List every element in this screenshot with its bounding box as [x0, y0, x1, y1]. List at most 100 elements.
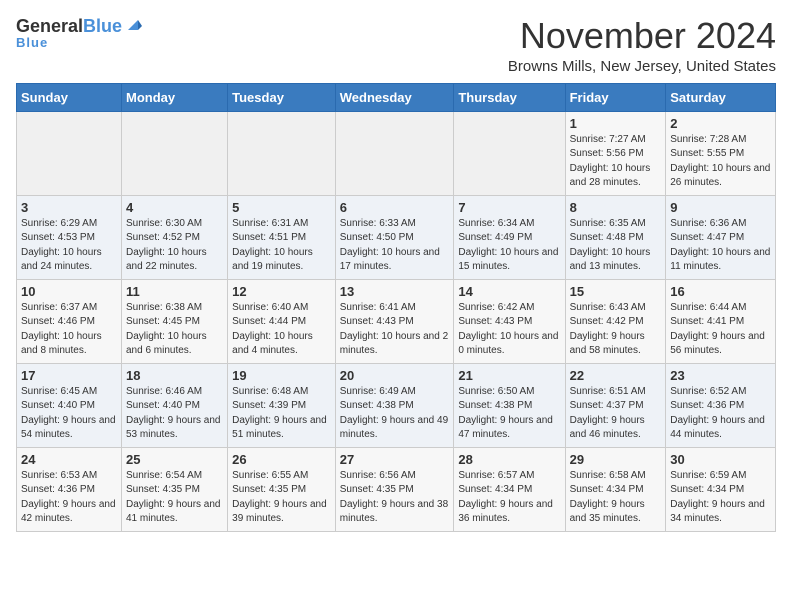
- day-info: Sunrise: 6:57 AM Sunset: 4:34 PM Dayligh…: [458, 469, 560, 527]
- day-number: 3: [21, 200, 117, 215]
- day-number: 20: [340, 368, 450, 383]
- day-info: Sunrise: 6:53 AM Sunset: 4:36 PM Dayligh…: [21, 469, 117, 527]
- calendar-cell: 11 Sunrise: 6:38 AM Sunset: 4:45 PM Dayli…: [121, 279, 227, 363]
- calendar-week-row: 3Sunrise: 6:29 AM Sunset: 4:53 PM Daylig…: [17, 195, 776, 279]
- calendar-cell: [121, 111, 227, 195]
- day-info: Sunrise: 6:50 AM Sunset: 4:38 PM Dayligh…: [458, 385, 560, 443]
- calendar-cell: [454, 111, 565, 195]
- day-info: Sunrise: 6:37 AM Sunset: 4:46 PM Dayligh…: [21, 301, 117, 359]
- calendar-cell: 8 Sunrise: 6:35 AM Sunset: 4:48 PM Daylig…: [565, 195, 666, 279]
- day-info: Sunrise: 6:43 AM Sunset: 4:42 PM Dayligh…: [570, 301, 662, 359]
- calendar-cell: 12Sunrise: 6:40 AM Sunset: 4:44 PM Dayli…: [228, 279, 336, 363]
- main-title: November 2024: [508, 16, 776, 56]
- calendar-cell: 26 Sunrise: 6:55 AM Sunset: 4:35 PM Dayli…: [228, 447, 336, 531]
- header-monday: Monday: [121, 83, 227, 111]
- calendar-cell: 30 Sunrise: 6:59 AM Sunset: 4:34 PM Dayli…: [666, 447, 776, 531]
- day-number: 8: [570, 200, 662, 215]
- day-number: 26: [232, 452, 331, 467]
- calendar-cell: 18 Sunrise: 6:46 AM Sunset: 4:40 PM Dayli…: [121, 363, 227, 447]
- day-info: Sunrise: 6:48 AM Sunset: 4:39 PM Dayligh…: [232, 385, 331, 443]
- page-header: General Blue Blue November 2024 Browns M…: [16, 16, 776, 75]
- logo: General Blue Blue: [16, 16, 142, 50]
- header-tuesday: Tuesday: [228, 83, 336, 111]
- day-info: Sunrise: 6:56 AM Sunset: 4:35 PM Dayligh…: [340, 469, 450, 527]
- day-number: 6: [340, 200, 450, 215]
- day-number: 18: [126, 368, 223, 383]
- calendar-cell: 17Sunrise: 6:45 AM Sunset: 4:40 PM Dayli…: [17, 363, 122, 447]
- calendar-header-row: SundayMondayTuesdayWednesdayThursdayFrid…: [17, 83, 776, 111]
- day-number: 14: [458, 284, 560, 299]
- day-number: 16: [670, 284, 771, 299]
- header-thursday: Thursday: [454, 83, 565, 111]
- day-number: 27: [340, 452, 450, 467]
- day-info: Sunrise: 6:42 AM Sunset: 4:43 PM Dayligh…: [458, 301, 560, 359]
- calendar-cell: 2 Sunrise: 7:28 AM Sunset: 5:55 PM Daylig…: [666, 111, 776, 195]
- day-number: 25: [126, 452, 223, 467]
- calendar-cell: 21 Sunrise: 6:50 AM Sunset: 4:38 PM Dayli…: [454, 363, 565, 447]
- day-info: Sunrise: 6:49 AM Sunset: 4:38 PM Dayligh…: [340, 385, 450, 443]
- calendar-cell: 28 Sunrise: 6:57 AM Sunset: 4:34 PM Dayli…: [454, 447, 565, 531]
- calendar-week-row: 1 Sunrise: 7:27 AM Sunset: 5:56 PM Daylig…: [17, 111, 776, 195]
- calendar-cell: [17, 111, 122, 195]
- day-info: Sunrise: 6:55 AM Sunset: 4:35 PM Dayligh…: [232, 469, 331, 527]
- day-number: 24: [21, 452, 117, 467]
- day-info: Sunrise: 6:59 AM Sunset: 4:34 PM Dayligh…: [670, 469, 771, 527]
- day-number: 30: [670, 452, 771, 467]
- day-info: Sunrise: 6:44 AM Sunset: 4:41 PM Dayligh…: [670, 301, 771, 359]
- calendar-cell: 29Sunrise: 6:58 AM Sunset: 4:34 PM Dayli…: [565, 447, 666, 531]
- day-info: Sunrise: 6:51 AM Sunset: 4:37 PM Dayligh…: [570, 385, 662, 443]
- day-number: 19: [232, 368, 331, 383]
- calendar-cell: 4 Sunrise: 6:30 AM Sunset: 4:52 PM Daylig…: [121, 195, 227, 279]
- day-number: 15: [570, 284, 662, 299]
- calendar-cell: 22Sunrise: 6:51 AM Sunset: 4:37 PM Dayli…: [565, 363, 666, 447]
- day-number: 21: [458, 368, 560, 383]
- calendar-cell: 6 Sunrise: 6:33 AM Sunset: 4:50 PM Daylig…: [335, 195, 454, 279]
- day-info: Sunrise: 6:36 AM Sunset: 4:47 PM Dayligh…: [670, 217, 771, 275]
- calendar-week-row: 24 Sunrise: 6:53 AM Sunset: 4:36 PM Dayli…: [17, 447, 776, 531]
- day-info: Sunrise: 7:27 AM Sunset: 5:56 PM Dayligh…: [570, 133, 662, 191]
- calendar-cell: 7 Sunrise: 6:34 AM Sunset: 4:49 PM Daylig…: [454, 195, 565, 279]
- calendar-cell: 24 Sunrise: 6:53 AM Sunset: 4:36 PM Dayli…: [17, 447, 122, 531]
- day-number: 29: [570, 452, 662, 467]
- day-number: 10: [21, 284, 117, 299]
- day-info: Sunrise: 6:38 AM Sunset: 4:45 PM Dayligh…: [126, 301, 223, 359]
- header-saturday: Saturday: [666, 83, 776, 111]
- title-block: November 2024 Browns Mills, New Jersey, …: [508, 16, 776, 75]
- calendar-cell: 1 Sunrise: 7:27 AM Sunset: 5:56 PM Daylig…: [565, 111, 666, 195]
- header-friday: Friday: [565, 83, 666, 111]
- day-info: Sunrise: 6:54 AM Sunset: 4:35 PM Dayligh…: [126, 469, 223, 527]
- calendar-cell: 15 Sunrise: 6:43 AM Sunset: 4:42 PM Dayli…: [565, 279, 666, 363]
- day-number: 7: [458, 200, 560, 215]
- day-number: 28: [458, 452, 560, 467]
- day-number: 1: [570, 116, 662, 131]
- calendar-cell: 19 Sunrise: 6:48 AM Sunset: 4:39 PM Dayli…: [228, 363, 336, 447]
- day-info: Sunrise: 6:46 AM Sunset: 4:40 PM Dayligh…: [126, 385, 223, 443]
- day-info: Sunrise: 6:34 AM Sunset: 4:49 PM Dayligh…: [458, 217, 560, 275]
- calendar-week-row: 10 Sunrise: 6:37 AM Sunset: 4:46 PM Dayli…: [17, 279, 776, 363]
- day-info: Sunrise: 6:45 AM Sunset: 4:40 PM Dayligh…: [21, 385, 117, 443]
- calendar-cell: [335, 111, 454, 195]
- day-info: Sunrise: 6:31 AM Sunset: 4:51 PM Dayligh…: [232, 217, 331, 275]
- day-number: 12: [232, 284, 331, 299]
- subtitle: Browns Mills, New Jersey, United States: [508, 58, 776, 75]
- calendar-cell: 13Sunrise: 6:41 AM Sunset: 4:43 PM Dayli…: [335, 279, 454, 363]
- day-number: 4: [126, 200, 223, 215]
- day-info: Sunrise: 7:28 AM Sunset: 5:55 PM Dayligh…: [670, 133, 771, 191]
- day-info: Sunrise: 6:52 AM Sunset: 4:36 PM Dayligh…: [670, 385, 771, 443]
- day-info: Sunrise: 6:33 AM Sunset: 4:50 PM Dayligh…: [340, 217, 450, 275]
- calendar-cell: 20 Sunrise: 6:49 AM Sunset: 4:38 PM Dayli…: [335, 363, 454, 447]
- calendar-cell: 3Sunrise: 6:29 AM Sunset: 4:53 PM Daylig…: [17, 195, 122, 279]
- day-info: Sunrise: 6:30 AM Sunset: 4:52 PM Dayligh…: [126, 217, 223, 275]
- day-number: 5: [232, 200, 331, 215]
- day-number: 2: [670, 116, 771, 131]
- calendar-cell: 25 Sunrise: 6:54 AM Sunset: 4:35 PM Dayli…: [121, 447, 227, 531]
- calendar-cell: 9Sunrise: 6:36 AM Sunset: 4:47 PM Daylig…: [666, 195, 776, 279]
- calendar-cell: 14 Sunrise: 6:42 AM Sunset: 4:43 PM Dayli…: [454, 279, 565, 363]
- day-number: 11: [126, 284, 223, 299]
- day-info: Sunrise: 6:35 AM Sunset: 4:48 PM Dayligh…: [570, 217, 662, 275]
- header-wednesday: Wednesday: [335, 83, 454, 111]
- calendar-cell: 5 Sunrise: 6:31 AM Sunset: 4:51 PM Daylig…: [228, 195, 336, 279]
- calendar-week-row: 17Sunrise: 6:45 AM Sunset: 4:40 PM Dayli…: [17, 363, 776, 447]
- day-number: 23: [670, 368, 771, 383]
- logo-subtitle: Blue: [16, 35, 48, 50]
